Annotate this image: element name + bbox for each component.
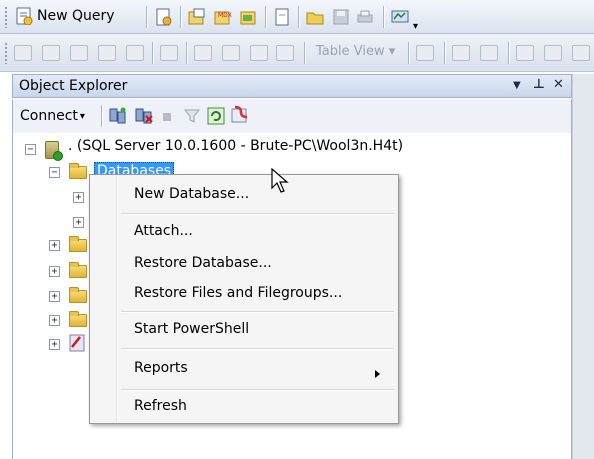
disconnect-icon[interactable] [135,107,153,125]
menu-separator [121,213,394,214]
toolbar-separator [146,6,147,28]
folder-icon [69,262,87,278]
activity-monitor-icon[interactable] [391,8,409,26]
stop-icon[interactable] [159,109,177,127]
print-icon[interactable] [356,8,374,26]
mouse-pointer-icon [271,168,289,193]
expand-toggle[interactable]: + [73,217,84,228]
analysis-query-icon[interactable] [188,8,206,26]
chevron-down-icon: ▾ [388,44,396,59]
open-file-icon[interactable] [306,8,324,26]
autosize-icon[interactable] [416,45,434,61]
toolbar-separator [265,6,266,28]
save-icon[interactable] [332,8,350,26]
query-designer-toolbar: Table View ▾ [0,34,594,72]
verify-sql-icon[interactable] [194,45,212,61]
xml-query-icon[interactable] [240,8,258,26]
standard-toolbar: New Query MDX ▾ [0,0,594,34]
connect-label: Connect [20,108,78,124]
toolbar-separator [383,6,384,28]
execute-sql-icon[interactable] [160,45,178,61]
set-text-font-icon[interactable] [572,45,590,61]
menu-item-restore-database[interactable]: Restore Database... [134,255,272,271]
add-new-derived-table-icon[interactable] [276,45,294,61]
add-group-by-icon[interactable] [222,45,240,61]
menu-item-reports[interactable]: Reports [134,360,188,376]
databases-context-menu: New Database... Attach... Restore Databa… [89,174,399,424]
sql-server-agent-icon [69,334,85,352]
menu-separator [121,348,394,349]
submenu-arrow-icon [375,370,380,378]
menu-item-new-database[interactable]: New Database... [134,186,249,202]
table-view-dropdown[interactable]: Table View ▾ [316,44,395,59]
object-explorer-title: Object Explorer [19,78,128,94]
expand-toggle[interactable]: + [49,315,60,326]
start-powershell-icon[interactable] [231,105,249,123]
show-criteria-pane-icon[interactable] [42,45,60,61]
collapse-toggle[interactable]: − [25,144,36,155]
folder-icon [69,163,87,179]
toolbar-separator [304,42,305,64]
toolbar-separator [298,6,299,28]
menu-item-refresh[interactable]: Refresh [134,398,187,414]
arrange-tables-icon[interactable] [452,45,470,61]
toolbar-grip[interactable] [4,42,8,64]
folder-icon [69,287,87,303]
menu-separator [121,389,394,390]
toolbar-separator [408,42,409,64]
expand-toggle[interactable]: + [49,266,60,277]
new-query-button[interactable]: New Query [14,4,116,28]
toolbar-separator [101,105,102,127]
show-sql-pane-icon[interactable] [70,45,88,61]
server-node-label[interactable]: . (SQL Server 10.0.1600 - Brute-PC\Wool3… [68,138,403,154]
filter-icon[interactable] [183,107,201,125]
toolbar-separator [508,42,509,64]
show-diagram-pane-icon[interactable] [14,45,32,61]
folder-icon [69,311,87,327]
zoom-to-fit-icon[interactable] [480,45,498,61]
connect-object-icon[interactable] [109,107,127,125]
expand-toggle[interactable]: + [49,291,60,302]
expand-toggle[interactable]: + [73,192,84,203]
relationship-labels-icon[interactable] [516,45,534,61]
server-icon [45,141,63,161]
toolbar-grip[interactable] [4,6,8,28]
mdx-query-icon[interactable]: MDX [214,8,232,26]
new-query-icon [16,7,33,25]
menu-separator [121,311,394,312]
change-type-icon[interactable] [126,45,144,61]
auto-hide-pin-icon[interactable]: ⊥ [533,77,545,92]
collapse-toggle[interactable]: − [49,167,60,178]
new-file-icon[interactable] [273,8,291,26]
toolbar-separator [180,6,181,28]
panel-splitter[interactable] [572,74,594,459]
expand-toggle[interactable]: + [49,339,60,350]
svg-text:MDX: MDX [218,12,232,19]
new-text-annotation-icon[interactable] [544,45,562,61]
folder-icon [69,236,87,252]
table-view-label: Table View [316,44,385,59]
database-engine-query-icon[interactable] [154,8,172,26]
object-explorer-header: Object Explorer ▼ ⊥ ✕ [12,74,572,98]
show-results-pane-icon[interactable] [98,45,116,61]
expand-toggle[interactable]: + [49,240,60,251]
close-icon[interactable]: ✕ [553,77,564,92]
refresh-icon[interactable] [207,107,225,125]
menu-item-start-powershell[interactable]: Start PowerShell [134,321,249,337]
object-explorer-toolbar: Connect ▾ [12,99,572,133]
menu-item-attach[interactable]: Attach... [134,223,193,239]
toolbar-separator [152,42,153,64]
new-query-label: New Query [37,8,115,24]
menu-item-restore-files-and-filegroups[interactable]: Restore Files and Filegroups... [134,285,342,301]
toolbar-separator [186,42,187,64]
connect-button[interactable]: Connect ▾ [19,104,86,128]
add-table-icon[interactable] [250,45,268,61]
chevron-down-icon: ▾ [79,110,85,122]
toolbar-separator [444,42,445,64]
window-position-dropdown-icon[interactable]: ▼ [513,80,521,91]
